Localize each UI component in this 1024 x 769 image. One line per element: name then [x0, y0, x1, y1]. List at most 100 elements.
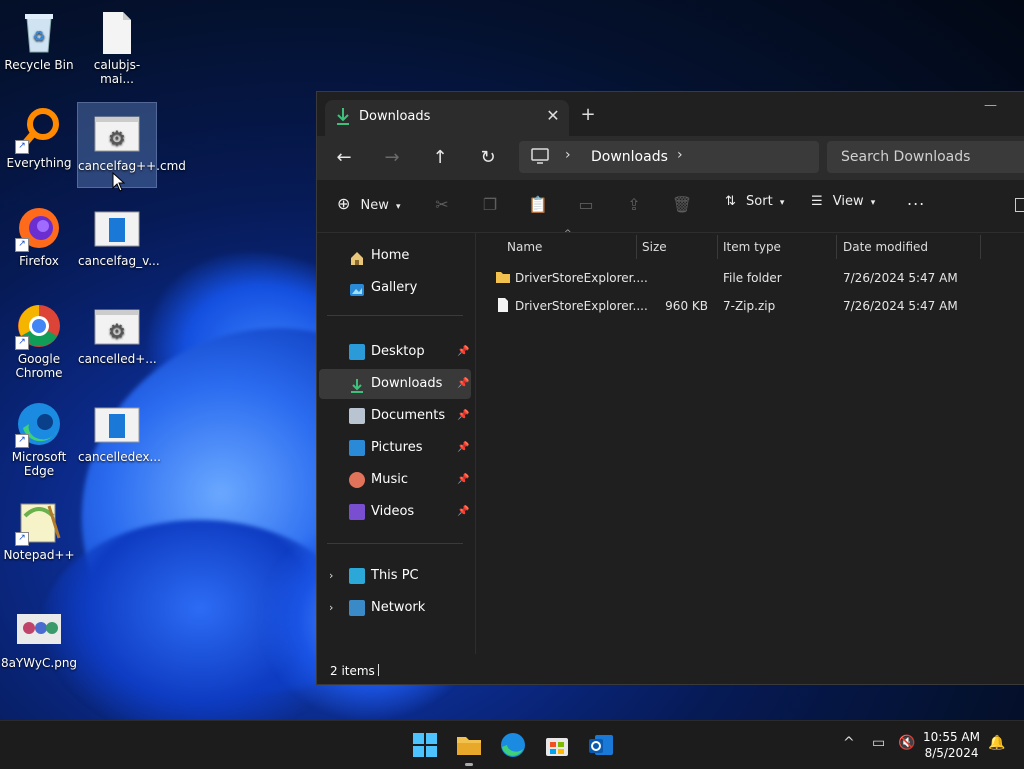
file-name: DriverStoreExplorer.... [515, 271, 648, 285]
chevron-right-icon[interactable]: › [329, 561, 333, 591]
column-divider[interactable] [717, 235, 718, 259]
sidebar-item-label: Documents [371, 408, 446, 423]
pin-icon[interactable]: 📌 [457, 369, 469, 399]
running-indicator [465, 763, 473, 766]
desktop-icon-file[interactable]: cancelledex... [78, 394, 161, 464]
column-divider[interactable] [636, 235, 637, 259]
store-taskbar-icon[interactable] [543, 731, 571, 759]
paste-icon[interactable]: 📋 [527, 194, 549, 216]
search-input[interactable]: Search Downloads [827, 141, 1024, 173]
desktop-icon-label: Microsoft Edge [11, 450, 67, 478]
delete-icon[interactable]: 🗑 [671, 194, 693, 216]
file-explorer-taskbar-icon[interactable] [455, 731, 483, 766]
file-type: File folder [723, 271, 782, 285]
sidebar-item-network[interactable]: › Network [319, 593, 471, 623]
column-size[interactable]: Size [642, 240, 667, 254]
new-button[interactable]: ⊕ New ▾ [337, 194, 401, 213]
chevron-right-icon[interactable]: › [677, 147, 683, 163]
desktop-icon-label: cancelled+... [78, 352, 157, 366]
sidebar-item-desktop[interactable]: Desktop 📌 [319, 337, 471, 367]
sort-button[interactable]: ⇅ Sort ▾ [725, 194, 784, 209]
navigation-pane: Home Gallery Desktop 📌 Downloads 📌 Docum… [317, 233, 476, 654]
refresh-icon[interactable]: ↻ [473, 144, 503, 172]
sidebar-item-downloads[interactable]: Downloads 📌 [319, 369, 471, 399]
more-options-icon[interactable]: ... [907, 190, 925, 209]
sidebar-item-this-pc[interactable]: › This PC [319, 561, 471, 591]
column-type[interactable]: Item type [723, 240, 781, 254]
table-row[interactable]: DriverStoreExplorer.... 960 KB 7-Zip.zip… [476, 292, 1024, 320]
desktop-icon-file[interactable]: cancelfag_v... [78, 198, 160, 268]
sidebar-item-videos[interactable]: Videos 📌 [319, 497, 471, 527]
document-window-icon [93, 400, 141, 448]
file-size: 960 KB [665, 299, 708, 313]
file-date: 7/26/2024 5:47 AM [843, 271, 958, 285]
network-status-icon[interactable]: ▭ [872, 735, 885, 751]
sidebar-item-gallery[interactable]: Gallery [319, 273, 471, 303]
share-icon[interactable]: ⇪ [623, 194, 645, 216]
image-thumbnail-icon [15, 606, 63, 654]
tab-title: Downloads [359, 109, 431, 124]
desktop-icon-file[interactable]: ⚙ cancelled+... [78, 296, 157, 366]
svg-text:⚙: ⚙ [108, 126, 126, 150]
sidebar-item-music[interactable]: Music 📌 [319, 465, 471, 495]
column-divider[interactable] [980, 235, 981, 259]
chrome-icon: ↗ [15, 302, 63, 350]
breadcrumb-location[interactable]: Downloads [591, 149, 668, 165]
sidebar-item-home[interactable]: Home [319, 241, 471, 271]
new-tab-button[interactable]: + [577, 104, 599, 126]
cut-icon[interactable]: ✂ [431, 194, 453, 216]
notification-bell-icon[interactable]: 🔔 [988, 735, 1005, 751]
desktop-icon-edge[interactable]: ↗ Microsoft Edge [0, 394, 78, 478]
pin-icon[interactable]: 📌 [457, 465, 469, 495]
table-row[interactable]: DriverStoreExplorer.... File folder 7/26… [476, 264, 1024, 292]
desktop-icon-image[interactable]: 8aYWyC.png [0, 600, 78, 670]
close-tab-icon[interactable]: ✕ [543, 106, 563, 126]
edge-taskbar-icon[interactable] [499, 731, 527, 759]
desktop-icon-file[interactable]: calubjs-mai... [78, 2, 156, 86]
desktop-icon-label: 8aYWyC.png [0, 656, 78, 670]
chevron-right-icon[interactable]: › [565, 147, 571, 163]
chevron-down-icon: ▾ [870, 198, 876, 208]
sidebar-item-label: This PC [371, 568, 419, 583]
file-date: 7/26/2024 5:47 AM [843, 299, 958, 313]
column-name[interactable]: Name [507, 240, 542, 254]
outlook-taskbar-icon[interactable] [587, 731, 615, 759]
view-button[interactable]: ☰ View ▾ [811, 194, 875, 209]
desktop-icon-notepadpp[interactable]: ↗ Notepad++ [0, 492, 78, 562]
desktop-icon-everything[interactable]: ↗ Everything [0, 100, 78, 170]
plus-circle-icon: ⊕ [337, 194, 351, 213]
back-arrow-icon[interactable]: ← [329, 144, 359, 172]
sidebar-divider [327, 315, 463, 316]
forward-arrow-icon[interactable]: → [377, 144, 407, 172]
sidebar-item-label: Music [371, 472, 408, 487]
copy-icon[interactable]: ❐ [479, 194, 501, 216]
minimize-icon[interactable]: — [984, 98, 997, 113]
pin-icon[interactable]: 📌 [457, 433, 469, 463]
desktop-icon-label: cancelfag_v... [78, 254, 160, 268]
rename-icon[interactable]: ▭ [575, 194, 597, 216]
sidebar-item-label: Desktop [371, 344, 425, 359]
column-date[interactable]: Date modified [843, 240, 928, 254]
pin-icon[interactable]: 📌 [457, 337, 469, 367]
show-hidden-icons-chevron-up-icon[interactable]: ^ [843, 735, 855, 751]
sidebar-item-documents[interactable]: Documents 📌 [319, 401, 471, 431]
chevron-right-icon[interactable]: › [329, 593, 333, 623]
desktop-icon-firefox[interactable]: ↗ Firefox [0, 198, 78, 268]
desktop-icon-label: Notepad++ [3, 548, 75, 562]
start-windows-icon[interactable] [411, 731, 439, 759]
column-divider[interactable] [836, 235, 837, 259]
desktop-icon-recycle-bin[interactable]: ♻ Recycle Bin [0, 2, 78, 72]
sidebar-item-pictures[interactable]: Pictures 📌 [319, 433, 471, 463]
details-pane-icon[interactable] [1015, 198, 1024, 212]
tab-downloads[interactable]: Downloads ✕ [325, 100, 569, 136]
view-label: View [832, 194, 864, 209]
pin-icon[interactable]: 📌 [457, 401, 469, 431]
up-arrow-icon[interactable]: ↑ [425, 144, 455, 172]
volume-muted-icon[interactable]: 🔇 [898, 735, 915, 751]
pin-icon[interactable]: 📌 [457, 497, 469, 527]
address-bar[interactable]: › Downloads › [519, 141, 819, 173]
documents-icon [349, 408, 365, 424]
desktop-icon-chrome[interactable]: ↗ Google Chrome [0, 296, 78, 380]
system-clock[interactable]: 10:55 AM 8/5/2024 [923, 729, 980, 761]
videos-icon [349, 504, 365, 520]
